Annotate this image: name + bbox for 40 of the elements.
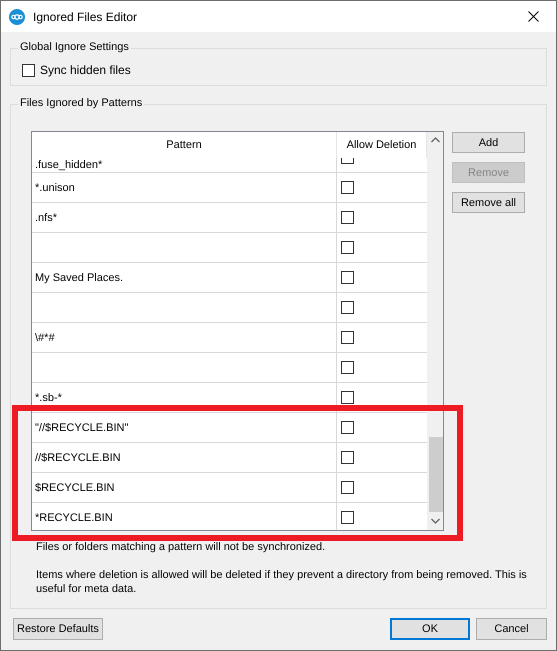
scrollbar[interactable] — [427, 132, 443, 530]
app-logo-icon — [9, 8, 25, 24]
allow-deletion-checkbox[interactable] — [341, 211, 354, 224]
allow-deletion-checkbox[interactable] — [341, 361, 354, 374]
allow-deletion-checkbox[interactable] — [341, 301, 354, 314]
help-text: Files or folders matching a pattern will not be synchronized. — [36, 540, 326, 554]
pattern-action-button[interactable]: Add — [452, 132, 525, 153]
group-title: Global Ignore Settings — [18, 41, 131, 53]
scroll-down-icon[interactable] — [431, 518, 440, 524]
allow-deletion-checkbox[interactable] — [341, 391, 354, 404]
pattern-cell[interactable]: .fuse_hidden* — [32, 158, 337, 172]
allow-deletion-checkbox[interactable] — [341, 241, 354, 254]
pattern-action-button[interactable]: Remove all — [452, 192, 525, 213]
pattern-cell[interactable]: $RECYCLE.BIN — [32, 473, 337, 502]
dialog-button[interactable]: Cancel — [476, 618, 547, 640]
scroll-up-icon[interactable] — [431, 137, 440, 143]
allow-deletion-checkbox[interactable] — [341, 481, 354, 494]
allow-deletion-checkbox[interactable] — [341, 511, 354, 524]
restore-defaults-button[interactable]: Restore Defaults — [13, 618, 103, 640]
allow-deletion-checkbox[interactable] — [341, 451, 354, 464]
pattern-cell[interactable]: *.sb-* — [32, 383, 337, 412]
allow-deletion-checkbox[interactable] — [341, 181, 354, 194]
allow-deletion-checkbox[interactable] — [341, 331, 354, 344]
pattern-cell[interactable]: "//$RECYCLE.BIN" — [32, 413, 337, 442]
pattern-cell[interactable]: *.unison — [32, 173, 337, 202]
allow-deletion-checkbox[interactable] — [341, 421, 354, 434]
allow-deletion-checkbox[interactable] — [341, 271, 354, 284]
pattern-cell[interactable]: \#*# — [32, 323, 337, 352]
pattern-cell[interactable]: *RECYCLE.BIN — [32, 503, 337, 530]
help-text: Items where deletion is allowed will be deleted if they prevent a directory from being removed. This is useful for meta data. — [36, 568, 528, 596]
dialog-button[interactable]: OK — [390, 618, 470, 640]
scroll-thumb[interactable] — [429, 437, 443, 512]
checkbox-label: Sync hidden files — [40, 63, 131, 77]
pattern-cell[interactable]: My Saved Places. — [32, 263, 337, 292]
group-title: Files Ignored by Patterns — [18, 97, 144, 109]
window-title: Ignored Files Editor — [33, 10, 138, 24]
pattern-cell[interactable]: //$RECYCLE.BIN — [32, 443, 337, 472]
pattern-cell[interactable]: .nfs* — [32, 203, 337, 232]
sync-hidden-checkbox[interactable] — [22, 64, 35, 76]
column-header[interactable]: Pattern — [32, 132, 337, 158]
